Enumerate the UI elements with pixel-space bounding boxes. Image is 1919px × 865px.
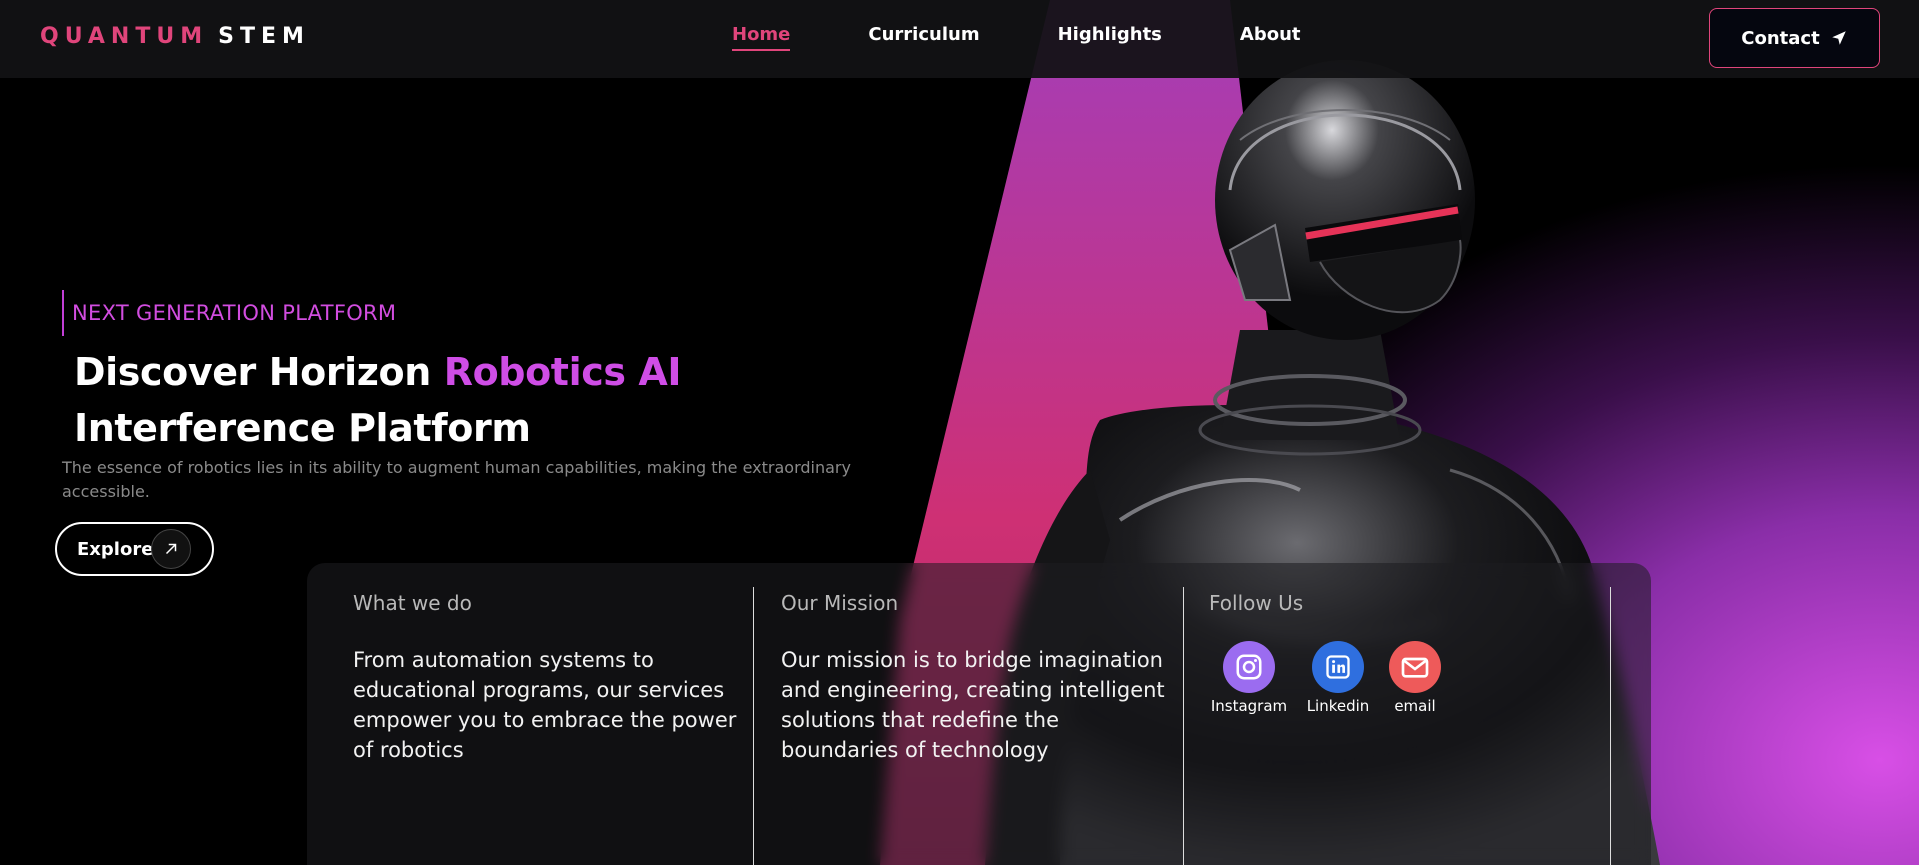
column-divider: [1610, 587, 1611, 865]
top-navbar: QUANTUM STEM Home Curriculum Highlights A…: [0, 0, 1919, 78]
hero-eyebrow: NEXT GENERATION PLATFORM: [62, 290, 902, 336]
instagram-icon: [1223, 641, 1275, 693]
hero-subtext: The essence of robotics lies in its abil…: [62, 458, 851, 501]
mission-body: Our mission is to bridge imagination and…: [781, 648, 1165, 762]
arrow-up-right-icon: [151, 529, 191, 569]
explore-button[interactable]: Explore: [55, 522, 214, 576]
what-we-do-column: What we do From automation systems to ed…: [353, 575, 754, 865]
hero-section: NEXT GENERATION PLATFORM Discover Horizo…: [62, 290, 902, 504]
email-icon: [1389, 641, 1441, 693]
brand-logo[interactable]: QUANTUM STEM: [40, 24, 310, 49]
email-label: email: [1394, 697, 1436, 715]
brand-logo-part2: STEM: [218, 24, 310, 49]
linkedin-icon: [1312, 641, 1364, 693]
mission-column: Our Mission Our mission is to bridge ima…: [781, 575, 1184, 865]
follow-column: Follow Us Instagram Linkedin email: [1209, 575, 1611, 865]
follow-title: Follow Us: [1209, 591, 1304, 615]
column-divider: [1183, 587, 1184, 865]
social-linkedin[interactable]: Linkedin: [1305, 641, 1371, 715]
social-instagram[interactable]: Instagram: [1209, 641, 1289, 715]
nav-links: Home Curriculum Highlights About: [732, 24, 1379, 51]
headline-part1: Discover Horizon: [74, 350, 431, 394]
headline-part2: Interference Platform: [74, 406, 531, 450]
nav-link-curriculum[interactable]: Curriculum: [868, 24, 979, 51]
linkedin-label: Linkedin: [1306, 697, 1370, 715]
column-divider: [753, 587, 754, 865]
social-email[interactable]: email: [1385, 641, 1445, 715]
instagram-label: Instagram: [1210, 697, 1288, 715]
headline-accent: Robotics AI: [443, 350, 682, 394]
explore-button-label: Explore: [77, 538, 154, 560]
brand-logo-part1: QUANTUM: [40, 24, 209, 49]
what-we-do-body: From automation systems to educational p…: [353, 648, 737, 762]
contact-button[interactable]: Contact: [1709, 8, 1880, 68]
what-we-do-title: What we do: [353, 591, 472, 615]
contact-button-label: Contact: [1741, 27, 1820, 49]
nav-link-about[interactable]: About: [1240, 24, 1301, 51]
hero-headline: Discover Horizon Robotics AI Interferenc…: [74, 344, 902, 456]
mission-title: Our Mission: [781, 591, 899, 615]
nav-link-highlights[interactable]: Highlights: [1058, 24, 1162, 51]
info-panel: What we do From automation systems to ed…: [307, 563, 1651, 865]
send-icon: [1831, 31, 1846, 45]
nav-link-home[interactable]: Home: [732, 24, 791, 51]
